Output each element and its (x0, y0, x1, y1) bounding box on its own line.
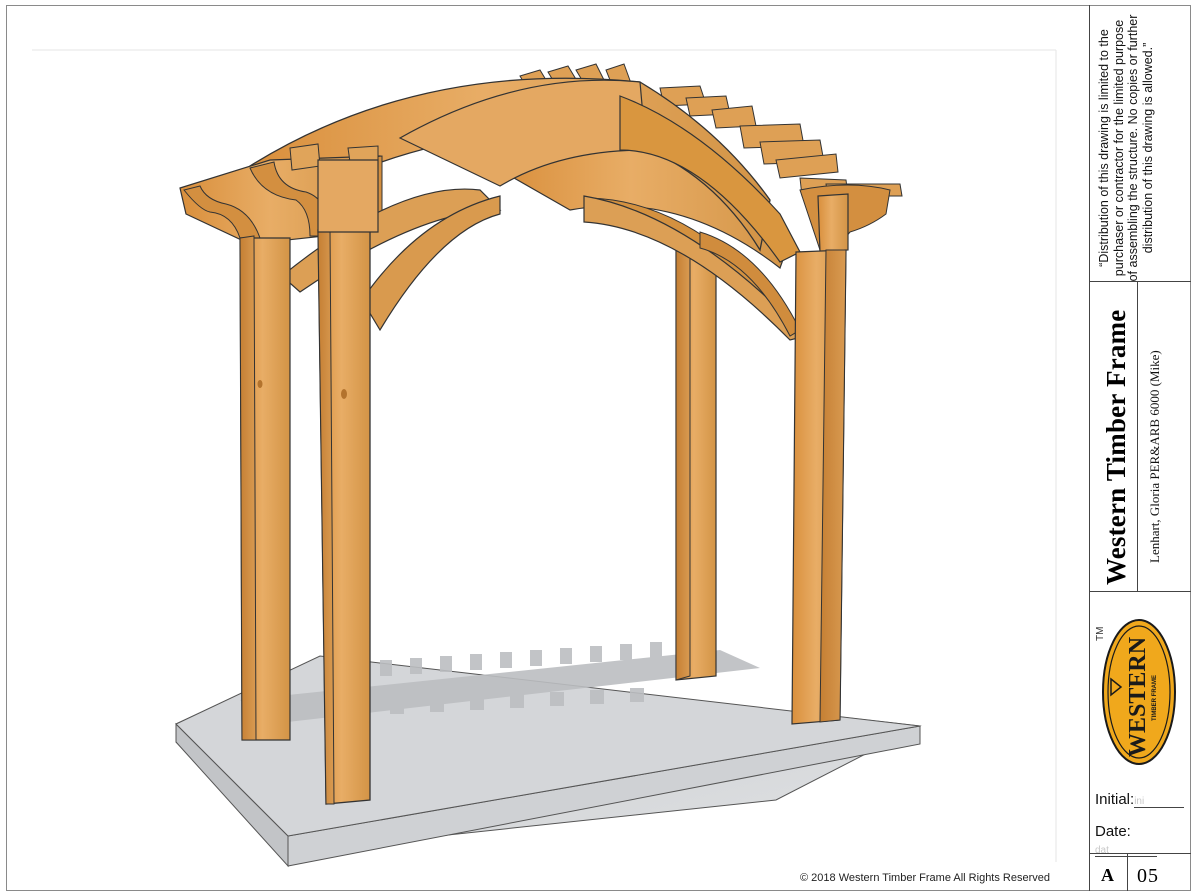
back-left-post (239, 235, 291, 741)
distribution-notice: “Distribution of this drawing is limited… (1097, 14, 1155, 282)
initial-label: Initial: (1095, 791, 1135, 808)
western-timber-frame-logo: WESTERN TIMBER FRAME (1102, 619, 1176, 765)
arbor-drawing (32, 49, 1057, 868)
company-name: Western Timber Frame (1101, 309, 1131, 585)
date-field[interactable]: Date: dat (1095, 823, 1191, 857)
front-right-post (791, 249, 847, 725)
date-input[interactable]: dat (1095, 845, 1157, 857)
front-header-cap (317, 159, 379, 233)
sheet-letter: A (1101, 865, 1114, 885)
initial-field[interactable]: Initial:ini (1095, 791, 1185, 808)
date-label: Date: (1095, 823, 1131, 840)
title-block: “Distribution of this drawing is limited… (1089, 5, 1191, 891)
project-name: Lenhart, Gloria PER&ARB 6000 (Mike) (1147, 350, 1162, 563)
arbor-rendering: © 2018 Western Timber Frame All Rights R… (0, 0, 1088, 894)
rear-posts (675, 243, 717, 681)
copyright-notice: © 2018 Western Timber Frame All Rights R… (800, 872, 1050, 884)
logo-subtitle: TIMBER FRAME (1152, 675, 1158, 721)
sheet-number: 05 (1137, 865, 1159, 887)
drawing-sheet: © 2018 Western Timber Frame All Rights R… (0, 0, 1200, 894)
logo-wordmark: WESTERN (1125, 636, 1151, 757)
initial-input[interactable]: ini (1134, 796, 1185, 808)
right-header (799, 184, 891, 253)
